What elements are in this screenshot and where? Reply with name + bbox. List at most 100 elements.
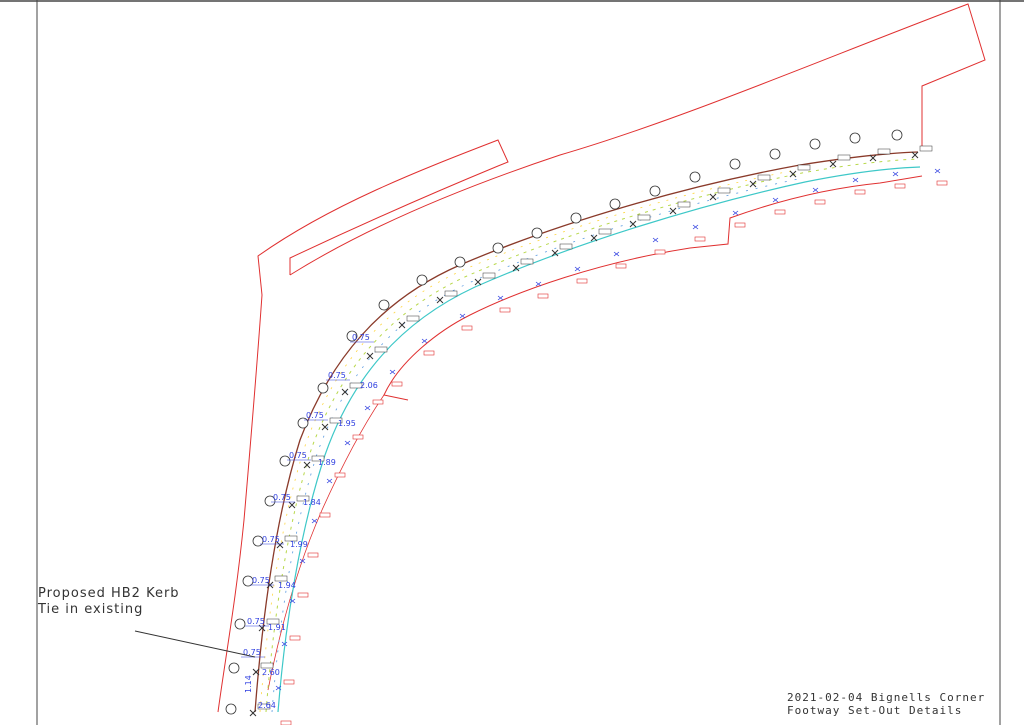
site-boundary-upper [289, 3, 986, 276]
setout-point [531, 227, 588, 284]
title-line-2: Footway Set-Out Details [787, 704, 963, 717]
point-label-box [757, 174, 771, 181]
marker-circle [649, 185, 661, 197]
footway-hatch-b [271, 177, 804, 713]
width-dimensions: 0.75 0.75 0.75 0.75 0.75 0.75 0.75 0.75 0.75 2.64… [241, 333, 378, 710]
point-label-box [797, 164, 811, 171]
chainage-box [894, 183, 906, 189]
chainage-box [319, 512, 331, 518]
site-boundary-tail [267, 394, 385, 691]
verge-width-label: 0.75 [328, 371, 346, 380]
setout-point [689, 171, 746, 228]
chainage-box [352, 434, 364, 440]
marker-circle [891, 129, 903, 141]
marker-circle [378, 299, 390, 311]
setout-point [454, 256, 511, 313]
point-label-box [520, 258, 534, 265]
marker-circle [234, 618, 246, 630]
chainage-box [423, 350, 435, 356]
marker-circle [225, 703, 237, 715]
annotation-line-2: Tie in existing [38, 602, 144, 617]
chainage-box [461, 325, 473, 331]
annotation-line-1: Proposed HB2 Kerb [38, 586, 180, 601]
marker-circle [769, 148, 781, 160]
kerb-back-line [254, 151, 919, 713]
verge-width-label: 0.75 [243, 648, 261, 657]
marker-circle [609, 198, 621, 210]
point-label-box [482, 272, 496, 279]
marker-circle [416, 274, 428, 286]
verge-width-label: 0.75 [273, 493, 291, 502]
verge-width-label: 0.75 [289, 451, 307, 460]
setout-point [649, 185, 706, 242]
footway-width-label: 1.95 [338, 419, 356, 428]
side-width-label: 1.14 [244, 675, 253, 693]
marker-circle [809, 138, 821, 150]
title-block: 2021-02-04 Bignells Corner Footway Set-O… [787, 691, 985, 717]
setout-point [416, 274, 473, 331]
point-label-box [877, 148, 891, 155]
point-label-box [677, 201, 691, 208]
chainage-box [774, 209, 786, 215]
chainage-box [391, 381, 403, 387]
kerb-annotation: Proposed HB2 Kerb Tie in existing [38, 586, 180, 618]
verge-width-label: 0.75 [306, 411, 324, 420]
marker-circle [531, 227, 543, 239]
footway-hatch-a [259, 168, 802, 713]
chainage-box [654, 249, 666, 255]
marker-circle [570, 212, 582, 224]
chainage-box [334, 472, 346, 478]
point-label-box [837, 154, 851, 161]
footway-width-label: 1.84 [303, 498, 321, 507]
point-label-box [444, 290, 458, 297]
chainage-box [297, 592, 309, 598]
point-label-box [559, 243, 573, 250]
verge-width-label: 0.75 [247, 617, 265, 626]
chainage-box [576, 278, 588, 284]
setout-point [492, 242, 549, 299]
kerb-front-line [277, 166, 921, 713]
point-label-box [637, 214, 651, 221]
footway-width-label: 1.94 [278, 581, 296, 590]
chainage-box [537, 293, 549, 299]
marker-circle [228, 662, 240, 674]
annotation-leader [134, 630, 256, 658]
chainage-box [499, 307, 511, 313]
chainage-box [734, 222, 746, 228]
point-label-box [406, 315, 420, 322]
chainage-box [615, 263, 627, 269]
footway-width-label: 2.64 [258, 701, 276, 710]
setout-markers [225, 129, 948, 725]
setout-point [570, 212, 627, 269]
chainage-box [280, 720, 292, 725]
verge-width-label: 0.75 [252, 576, 270, 585]
chainage-box [936, 180, 948, 186]
point-label-box [598, 228, 612, 235]
point-label-box [919, 145, 933, 152]
marker-circle [492, 242, 504, 254]
chainage-box [283, 679, 295, 685]
marker-circle [849, 132, 861, 144]
setout-point [729, 158, 786, 215]
footway-width-label: 2.60 [262, 668, 280, 677]
chainage-box [694, 236, 706, 242]
verge-width-label: 0.75 [262, 535, 280, 544]
chainage-box [307, 552, 319, 558]
setout-point [769, 148, 826, 205]
chainage-box [814, 199, 826, 205]
footway-width-label: 1.91 [268, 623, 286, 632]
verge-width-label: 0.75 [352, 333, 370, 342]
marker-circle [317, 382, 329, 394]
footway-width-label: 2.06 [360, 381, 378, 390]
point-label-box [374, 346, 388, 353]
footway-width-label: 1.89 [318, 458, 336, 467]
title-line-1: 2021-02-04 Bignells Corner [787, 691, 986, 704]
footway-width-label: 1.99 [290, 540, 308, 549]
chainage-box [854, 189, 866, 195]
marker-circle [729, 158, 741, 170]
footway-band [254, 151, 921, 713]
marker-circle [689, 171, 701, 183]
chainage-box [372, 399, 384, 405]
marker-circle [454, 256, 466, 268]
chainage-box [289, 635, 301, 641]
